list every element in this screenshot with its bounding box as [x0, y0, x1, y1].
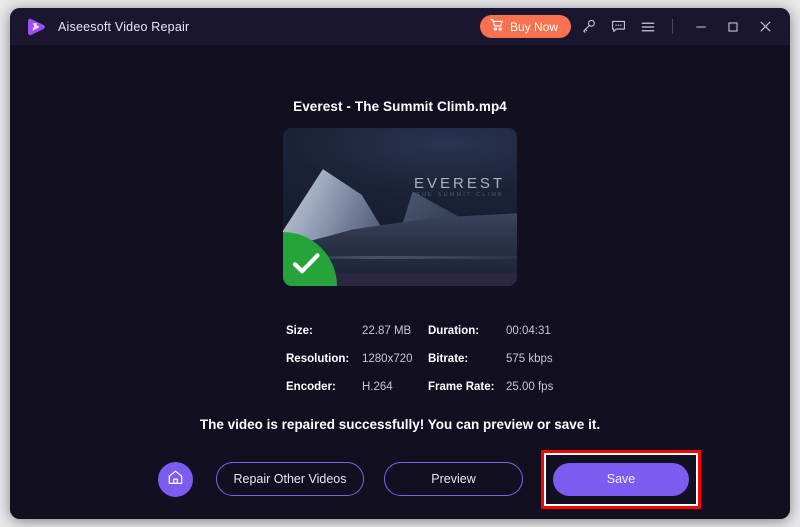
preview-button[interactable]: Preview	[384, 462, 523, 496]
title-bar: Aiseesoft Video Repair Buy Now	[10, 8, 790, 46]
repair-other-videos-button[interactable]: Repair Other Videos	[216, 462, 364, 496]
home-button[interactable]	[158, 461, 193, 497]
close-icon[interactable]	[752, 14, 778, 40]
video-thumbnail[interactable]: EVEREST THE SUMMIT CLIMB	[283, 128, 517, 286]
metadata-label-size: Size:	[286, 325, 313, 337]
buy-now-label: Buy Now	[509, 19, 558, 34]
hamburger-menu-icon[interactable]	[635, 14, 661, 40]
status-message: The video is repaired successfully! You …	[199, 417, 601, 432]
play-logo-icon	[24, 15, 48, 39]
metadata-value-framerate: 25.00 fps	[506, 381, 554, 393]
save-button-highlight: Save	[541, 449, 701, 509]
application-window: Aiseesoft Video Repair Buy Now Everest -…	[10, 8, 790, 519]
metadata-label-framerate: Frame Rate:	[428, 381, 495, 393]
metadata-table: Size: 22.87 MB Duration: 00:04:31 Resolu…	[286, 317, 566, 401]
metadata-value-encoder: H.264	[362, 381, 393, 393]
metadata-value-duration: 00:04:31	[506, 325, 551, 337]
check-mark-icon	[292, 253, 320, 274]
metadata-label-resolution: Resolution:	[286, 353, 350, 365]
titlebar-controls: Buy Now	[479, 8, 790, 45]
table-row: Resolution: 1280x720 Bitrate: 575 kbps	[286, 345, 566, 373]
metadata-label-encoder: Encoder:	[286, 381, 336, 393]
save-button[interactable]: Save	[553, 462, 689, 496]
app-title: Aiseesoft Video Repair	[58, 19, 190, 34]
action-bar: Repair Other Videos Preview Save	[10, 449, 790, 509]
main-content: Everest - The Summit Climb.mp4 EVEREST T…	[10, 45, 790, 519]
table-row: Size: 22.87 MB Duration: 00:04:31	[286, 317, 566, 345]
speech-bubble-icon[interactable]	[605, 14, 631, 40]
shopping-cart-icon	[490, 18, 504, 35]
file-name-label: Everest - The Summit Climb.mp4	[293, 99, 507, 114]
minimize-icon[interactable]	[688, 14, 714, 40]
titlebar-divider	[672, 19, 673, 34]
metadata-value-resolution: 1280x720	[362, 353, 413, 365]
buy-now-button[interactable]: Buy Now	[479, 15, 571, 38]
metadata-value-bitrate: 575 kbps	[506, 353, 553, 365]
maximize-icon[interactable]	[720, 14, 746, 40]
metadata-label-duration: Duration:	[428, 325, 480, 337]
table-row: Encoder: H.264 Frame Rate: 25.00 fps	[286, 373, 566, 401]
metadata-label-bitrate: Bitrate:	[428, 353, 469, 365]
thumbnail-overlay-title: EVEREST	[413, 175, 505, 192]
thumbnail-overlay-subtitle: THE SUMMIT CLIMB	[416, 192, 504, 198]
metadata-value-size: 22.87 MB	[362, 325, 412, 337]
key-icon[interactable]	[575, 14, 601, 40]
home-icon	[167, 469, 184, 489]
